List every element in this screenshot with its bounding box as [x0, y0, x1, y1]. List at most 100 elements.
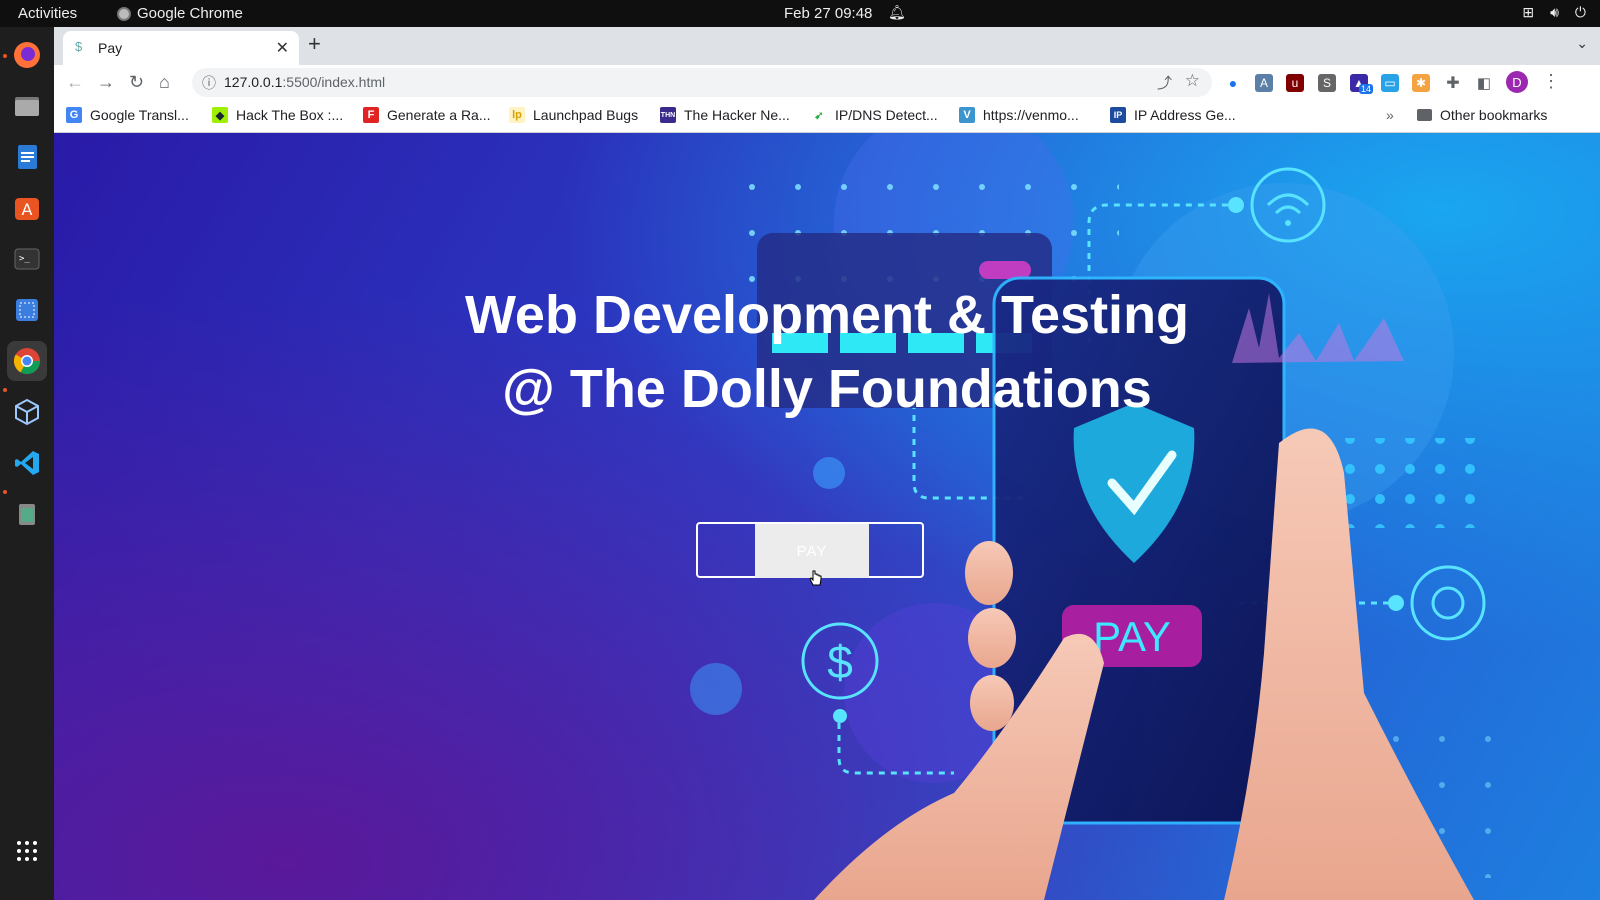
bg-bubble [813, 457, 845, 489]
bookmark-label: The Hacker Ne... [684, 107, 790, 123]
gear-icon [1410, 565, 1486, 641]
finger-illustration [970, 675, 1014, 731]
software-center-icon[interactable]: A [7, 188, 47, 228]
bookmark-item[interactable]: Vhttps://venmo... [959, 107, 1079, 123]
wifi-dot [1285, 220, 1291, 226]
new-tab-button[interactable]: + [308, 31, 321, 57]
system-top-bar: Activities Google Chrome Feb 27 09:48 🔔︎… [0, 0, 1600, 27]
tab-close-icon[interactable]: ✕ [276, 38, 289, 58]
bookmark-item[interactable]: ➹ IP/DNS Detect... [811, 107, 938, 123]
power-icon: ⏻ [1574, 4, 1586, 20]
bookmark-item[interactable]: IP IP Address Ge... [1110, 107, 1236, 123]
hackernews-icon: THN [660, 107, 676, 123]
system-tray[interactable]: ⊞ 🔊︎ ⏻ [1522, 4, 1586, 21]
hero-title: Web Development & Testing @ The Dolly Fo… [54, 278, 1600, 426]
pay-sign-text: PAY [1093, 613, 1171, 660]
circuit-node [833, 709, 847, 723]
dock: A >_ [0, 27, 54, 900]
clock[interactable]: Feb 27 09:48 [784, 5, 872, 22]
tab-search-chevron-icon[interactable]: ⌄ [1576, 35, 1588, 52]
url-text[interactable]: 127.0.0.1:5500/index.html [224, 74, 385, 90]
chrome-dock-icon[interactable] [7, 341, 47, 381]
f-icon: F [363, 107, 379, 123]
bookmark-star-icon[interactable]: ☆ [1185, 71, 1200, 91]
circuit-node [1228, 197, 1244, 213]
bookmark-label: Generate a Ra... [387, 107, 491, 123]
circuit-node [1388, 595, 1404, 611]
site-info-icon[interactable]: ⓘ [202, 73, 216, 93]
virtualbox-icon[interactable] [7, 392, 47, 432]
side-panel-icon[interactable]: ◧ [1475, 74, 1493, 92]
profile-avatar[interactable]: D [1506, 71, 1528, 93]
ublock-icon[interactable]: u [1286, 74, 1304, 92]
extensions-puzzle-icon[interactable]: ✚ [1444, 74, 1462, 92]
bookmark-label: Launchpad Bugs [533, 107, 639, 123]
share-icon[interactable]: ⤴ [1157, 72, 1172, 93]
tab-title: Pay [98, 40, 123, 56]
google-translate-icon: G [66, 107, 82, 123]
extension-fox-icon[interactable]: ✱ [1412, 74, 1430, 92]
app-menu[interactable]: Google Chrome [117, 5, 243, 22]
bookmark-label: IP/DNS Detect... [835, 107, 938, 123]
bookmark-item[interactable]: G Google Transl... [66, 107, 189, 123]
volume-icon: 🔊︎ [1550, 4, 1559, 20]
venmo-icon: V [959, 107, 975, 123]
hero-title-line1: Web Development & Testing [464, 285, 1190, 345]
folder-icon [1417, 109, 1432, 121]
hero-background-illustration: PAY $ [690, 133, 1504, 900]
vscode-icon[interactable] [7, 443, 47, 483]
extension-badge: 14 [1359, 84, 1374, 94]
ipdns-icon: ➹ [811, 107, 827, 123]
tab-pay[interactable]: $ Pay ✕ [63, 31, 299, 65]
bookmarks-overflow-icon[interactable]: » [1386, 107, 1394, 123]
terminal-icon[interactable]: >_ [7, 239, 47, 279]
bookmark-label: IP Address Ge... [1134, 107, 1236, 123]
other-bookmarks[interactable]: Other bookmarks [1417, 107, 1547, 123]
bookmark-item[interactable]: F Generate a Ra... [363, 107, 491, 123]
extension-translate-icon[interactable]: A [1255, 74, 1273, 92]
bookmark-label: https://venmo... [983, 107, 1079, 123]
hero-section: PAY $ Web Development & Testing @ The Do… [54, 133, 1600, 900]
extension-s-icon[interactable]: S [1318, 74, 1336, 92]
ip-address-icon: IP [1110, 107, 1126, 123]
running-indicator [3, 388, 7, 392]
hand-cursor-icon [809, 570, 822, 586]
network-icon: ⊞ [1522, 4, 1535, 20]
svg-text:A: A [22, 200, 33, 219]
writer-icon[interactable] [7, 137, 47, 177]
app-name: Google Chrome [137, 5, 243, 22]
screenshot-icon[interactable] [7, 290, 47, 330]
extension-dot-icon[interactable]: ● [1224, 74, 1242, 92]
firefox-icon[interactable] [7, 35, 47, 75]
extension-window-icon[interactable]: ▭ [1381, 74, 1399, 92]
browser-chrome: $ Pay ✕ + ⌄ ← → ↻ ⌂ ⓘ 127.0.0.1:5500/ind… [54, 27, 1600, 133]
activities-button[interactable]: Activities [18, 5, 77, 22]
tab-favicon-icon: $ [75, 39, 83, 54]
bookmark-item[interactable]: lp Launchpad Bugs [509, 107, 638, 123]
back-icon[interactable]: ← [66, 72, 84, 93]
chrome-icon [117, 6, 131, 21]
home-icon[interactable]: ⌂ [159, 72, 170, 93]
bg-bubble [690, 663, 742, 715]
bookmark-item[interactable]: THN The Hacker Ne... [660, 107, 790, 123]
finger-illustration [968, 608, 1016, 668]
bookmark-label: Google Transl... [90, 107, 189, 123]
trash-icon[interactable] [7, 494, 47, 534]
files-icon[interactable] [7, 86, 47, 126]
finger-illustration [965, 541, 1013, 605]
other-bookmarks-label: Other bookmarks [1440, 107, 1548, 123]
hero-title-line2: @ The Dolly Foundations [502, 359, 1152, 419]
bookmark-item[interactable]: ◆ Hack The Box :... [212, 107, 343, 123]
dot-grid [1344, 438, 1484, 528]
dollar-glyph: $ [827, 636, 853, 688]
running-indicator [3, 490, 7, 494]
url-host: 127.0.0.1 [224, 74, 283, 90]
card-chip [979, 261, 1031, 279]
forward-icon[interactable]: → [97, 72, 115, 93]
address-bar[interactable]: ⓘ 127.0.0.1:5500/index.html ⤴ ☆ [192, 68, 1212, 97]
gear-center [1431, 586, 1465, 620]
show-apps-icon[interactable] [7, 831, 47, 871]
menu-kebab-icon[interactable]: ⋮ [1542, 71, 1560, 92]
reload-icon[interactable]: ↻ [129, 72, 144, 93]
bookmark-label: Hack The Box :... [236, 107, 344, 123]
